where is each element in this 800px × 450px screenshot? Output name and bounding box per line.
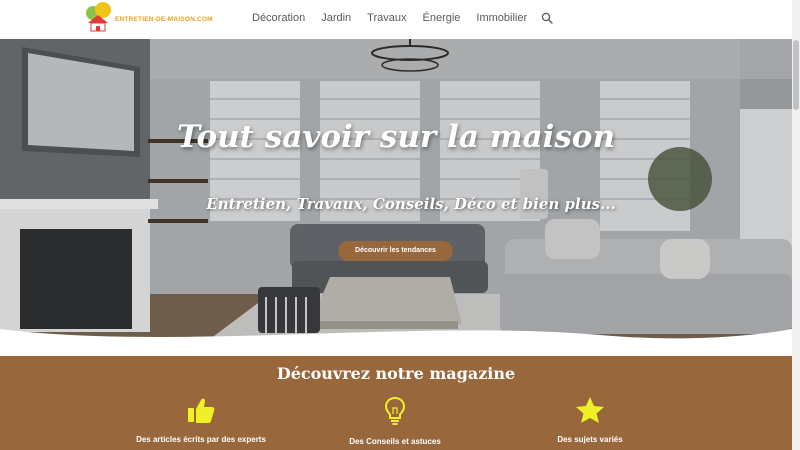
logo-text: ENTRETIEN-DE-MAISON.COM	[115, 16, 213, 23]
search-icon[interactable]	[541, 12, 553, 24]
discover-trends-button[interactable]: Découvrir les tendances	[338, 241, 453, 261]
nav-item-jardin[interactable]: Jardin	[321, 12, 351, 24]
site-logo[interactable]: ENTRETIEN-DE-MAISON.COM	[84, 1, 220, 33]
page-scrollbar[interactable]	[792, 0, 800, 450]
scrollbar-thumb[interactable]	[793, 40, 799, 110]
main-nav: Décoration Jardin Travaux Énergie Immobi…	[252, 12, 553, 24]
nav-item-energie[interactable]: Énergie	[423, 12, 461, 24]
nav-item-immobilier[interactable]: Immobilier	[476, 12, 527, 24]
feature-sujets: Des sujets variés	[490, 396, 690, 444]
hero-banner: Tout savoir sur la maison Entretien, Tra…	[0, 39, 792, 344]
hero-subtitle: Entretien, Travaux, Conseils, Déco et bi…	[206, 195, 616, 213]
living-room-background-image	[0, 39, 792, 344]
feature-sujets-label: Des sujets variés	[557, 435, 623, 444]
nav-item-travaux[interactable]: Travaux	[367, 12, 406, 24]
nav-item-decoration[interactable]: Décoration	[252, 12, 305, 24]
thumbs-up-icon	[188, 398, 215, 423]
feature-experts: Des articles écrits par des experts	[101, 396, 301, 444]
lightbulb-icon	[384, 396, 406, 425]
star-icon	[576, 397, 604, 423]
hero-title: Tout savoir sur la maison	[176, 119, 616, 155]
feature-experts-label: Des articles écrits par des experts	[136, 435, 266, 444]
site-header: ENTRETIEN-DE-MAISON.COM Décoration Jardi…	[0, 0, 792, 39]
magazine-section: Découvrez notre magazine Des articles éc…	[0, 356, 792, 450]
feature-conseils: Des Conseils et astuces	[295, 396, 495, 446]
feature-conseils-label: Des Conseils et astuces	[349, 437, 441, 446]
magazine-title: Découvrez notre magazine	[276, 364, 516, 383]
